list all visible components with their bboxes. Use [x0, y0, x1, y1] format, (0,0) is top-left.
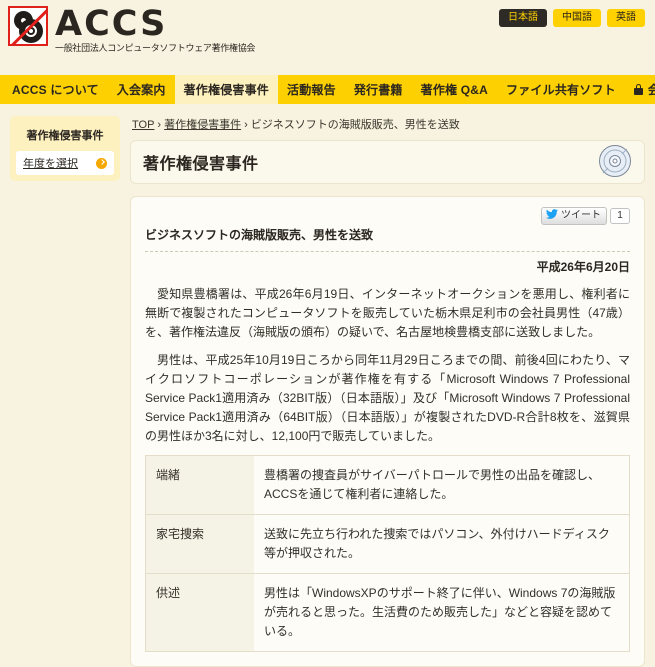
- nav-item-member-page-label: 会員ページ: [647, 83, 655, 97]
- page-title: 著作権侵害事件: [143, 156, 259, 173]
- nav-item-membership[interactable]: 入会案内: [108, 75, 175, 104]
- sidebar-title: 著作権侵害事件: [26, 130, 104, 142]
- language-switcher: 日本語 中国語 英語: [499, 9, 645, 27]
- language-button-zh[interactable]: 中国語: [553, 9, 601, 27]
- table-row: 供述 男性は「WindowsXPのサポート終了に伴い、Windows 7の海賊版…: [145, 573, 630, 652]
- sidebar-year-select[interactable]: 年度を選択: [16, 151, 114, 175]
- nav-item-about[interactable]: ACCS について: [0, 75, 108, 104]
- nav-item-copyright-qa[interactable]: 著作権 Q&A: [412, 75, 497, 104]
- logo-acronym: ACCS: [55, 4, 168, 44]
- table-row: 端緒 豊橋署の捜査員がサイバーパトロールで男性の出品を確認し、ACCSを通じて権…: [145, 455, 630, 515]
- breadcrumb-separator-2: ›: [244, 119, 248, 131]
- table-row-label: 端緒: [145, 455, 254, 515]
- sidebar-year-select-label: 年度を選択: [23, 158, 78, 170]
- table-row-label: 供述: [145, 573, 254, 652]
- site-logo[interactable]: ACCS 一般社団法人コンピュータソフトウェア著作権協会: [8, 6, 255, 54]
- logo-text: ACCS 一般社団法人コンピュータソフトウェア著作権協会: [55, 6, 255, 54]
- breadcrumb-separator-1: ›: [157, 119, 162, 131]
- sidebar-panel: 著作権侵害事件 年度を選択: [10, 116, 120, 181]
- page-body: 著作権侵害事件 年度を選択 TOP › 著作権侵害事件 › ビジネスソフトの海賊版販売、…: [0, 104, 655, 667]
- page-title-card: 著作権侵害事件: [130, 140, 645, 184]
- share-row: ツイート 1: [145, 206, 630, 225]
- table-row: 家宅捜索 送致に先立ち行われた捜索ではパソコン、外付けハードディスク等が押収され…: [145, 514, 630, 574]
- table-row-value: 豊橋署の捜査員がサイバーパトロールで男性の出品を確認し、ACCSを通じて権利者に…: [254, 455, 630, 515]
- nav-item-member-page[interactable]: 会員ページ: [625, 75, 655, 104]
- site-header: ACCS 一般社団法人コンピュータソフトウェア著作権協会 日本語 中国語 英語: [0, 0, 655, 75]
- article-date: 平成26年6月20日: [536, 260, 630, 274]
- main-navigation: ACCS について 入会案内 著作権侵害事件 活動報告 発行書籍 著作権 Q&A…: [0, 75, 655, 104]
- article-paragraph: 男性は、平成25年10月19日ころから同年11月29日ころまでの間、前後4回にわ…: [145, 353, 630, 443]
- tweet-button-label: ツイート: [561, 209, 601, 221]
- table-row-label: 家宅捜索: [145, 514, 254, 574]
- table-row-value: 送致に先立ち行われた捜索ではパソコン、外付けハードディスク等が押収された。: [254, 514, 630, 574]
- language-button-en[interactable]: 英語: [607, 9, 645, 27]
- nav-item-file-sharing[interactable]: ファイル共有ソフト: [497, 75, 625, 104]
- sidebar: 著作権侵害事件 年度を選択: [10, 116, 120, 667]
- logo-tagline: 一般社団法人コンピュータソフトウェア著作権協会: [55, 43, 256, 53]
- nav-item-publications[interactable]: 発行書籍: [345, 75, 412, 104]
- case-detail-table: 端緒 豊橋署の捜査員がサイバーパトロールで男性の出品を確認し、ACCSを通じて権…: [145, 455, 630, 652]
- breadcrumb: TOP › 著作権侵害事件 › ビジネスソフトの海賊版販売、男性を送致: [130, 116, 645, 140]
- breadcrumb-top[interactable]: TOP: [132, 119, 154, 131]
- main-content: TOP › 著作権侵害事件 › ビジネスソフトの海賊版販売、男性を送致 著作権侵害事件: [130, 116, 645, 667]
- table-row-value: 男性は「WindowsXPのサポート終了に伴い、Windows 7の海賊版が売れ…: [254, 573, 630, 652]
- breadcrumb-category[interactable]: 著作権侵害事件: [164, 119, 241, 131]
- compact-disc-icon: [598, 144, 632, 181]
- article-card: ツイート 1 ビジネスソフトの海賊版販売、男性を送致 平成26年6月20日 愛知…: [130, 196, 645, 667]
- language-button-ja[interactable]: 日本語: [499, 9, 547, 27]
- arrow-right-circle-icon: [96, 157, 107, 169]
- tweet-count[interactable]: 1: [610, 207, 630, 224]
- article-title: ビジネスソフトの海賊版販売、男性を送致: [145, 228, 374, 242]
- article-paragraph: 愛知県豊橋署は、平成26年6月19日、インターネットオークションを悪用し、権利者…: [145, 287, 630, 339]
- nav-item-activity-report[interactable]: 活動報告: [278, 75, 345, 104]
- no-copy-disc-icon: [8, 6, 48, 46]
- twitter-bird-icon: [546, 208, 558, 223]
- nav-item-infringement-cases[interactable]: 著作権侵害事件: [174, 75, 278, 104]
- tweet-button[interactable]: ツイート: [541, 206, 607, 225]
- breadcrumb-current: ビジネスソフトの海賊版販売、男性を送致: [250, 119, 460, 131]
- lock-icon: [633, 84, 643, 95]
- article-divider: [145, 251, 630, 252]
